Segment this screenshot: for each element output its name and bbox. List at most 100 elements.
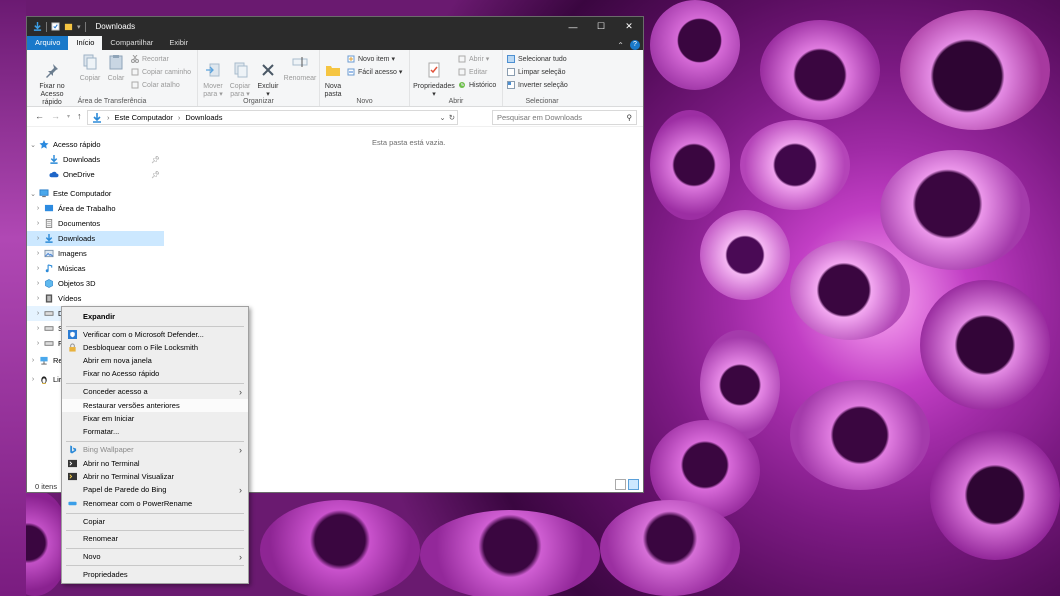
menu-powerrename[interactable]: Renomear com o PowerRename [62,497,248,510]
menu-pin-start[interactable]: Fixar em Iniciar [62,412,248,425]
help-icon[interactable]: ? [630,40,640,50]
nav-this-pc[interactable]: ⌄ Este Computador [27,186,164,201]
paste-button[interactable]: Colar [105,54,127,83]
invert-selection-button[interactable]: Inverter seleção [507,81,568,89]
easy-access-button[interactable]: Fácil acesso ▾ [347,68,402,76]
properties-label: Propriedades ▾ [413,83,455,98]
up-arrow-icon[interactable]: ↑ [77,111,82,123]
menu-restore-previous[interactable]: Restaurar versões anteriores [62,399,248,412]
new-folder-button[interactable]: Nova pasta [322,54,344,99]
nav-desktop[interactable]: › Área de Trabalho [27,201,164,216]
nav-downloads-selected[interactable]: › Downloads [27,231,164,246]
menu-bing-wallpaper-desktop[interactable]: Papel de Parede do Bing › [62,483,248,496]
menu-copy[interactable]: Copiar [62,515,248,528]
rename-icon [292,57,308,67]
nav-onedrive[interactable]: OneDrive 📌︎ [27,167,164,182]
menu-open-terminal[interactable]: Abrir no Terminal [62,457,248,470]
nav-quick-access[interactable]: ⌄ Acesso rápido [27,137,164,152]
music-note-icon [45,264,53,273]
large-icons-view-button[interactable] [628,479,639,490]
menu-scan-defender[interactable]: Verificar com o Microsoft Defender... [62,328,248,341]
collapsed-chevron-icon[interactable]: › [32,265,44,272]
menu-expand[interactable]: Expandir [62,310,248,323]
collapsed-chevron-icon[interactable]: › [27,357,39,364]
download-arrow-icon [33,22,42,31]
expanded-chevron-icon[interactable]: ⌄ [27,141,39,149]
menu-rename[interactable]: Renomear [62,532,248,545]
nav-3d-objects[interactable]: › Objetos 3D [27,276,164,291]
collapsed-chevron-icon[interactable]: › [32,205,44,212]
properties-button[interactable]: Propriedades ▾ [412,54,456,99]
tab-home[interactable]: Início [68,36,103,50]
back-arrow-icon[interactable]: ← [35,111,44,123]
properties-icon[interactable] [51,22,60,31]
collapsed-chevron-icon[interactable]: › [32,340,44,347]
maximize-button[interactable]: ☐ [587,17,615,36]
menu-open-new-window[interactable]: Abrir em nova janela [62,354,248,367]
minimize-button[interactable]: — [559,17,587,36]
quick-access-dropdown[interactable]: ▾ [77,23,81,31]
cut-button[interactable]: Recortar [131,55,169,63]
collapsed-chevron-icon[interactable]: › [32,295,44,302]
details-view-button[interactable] [615,479,626,490]
move-to-button[interactable]: Mover para ▾ [201,54,225,99]
recent-locations-icon[interactable]: ▾ [67,111,70,123]
search-input[interactable]: Pesquisar em Downloads ⚲ [492,110,637,125]
collapsed-chevron-icon[interactable]: › [32,235,44,242]
collapsed-chevron-icon[interactable]: › [32,310,44,317]
title-bar[interactable]: ▾ Downloads — ☐ ✕ [27,17,643,36]
new-item-button[interactable]: Novo item ▾ [347,55,395,63]
tab-share[interactable]: Compartilhar [102,36,161,50]
select-none-button[interactable]: Limpar seleção [507,68,565,76]
folder-icon [326,66,340,76]
menu-give-access[interactable]: Conceder acesso a › [62,385,248,398]
close-button[interactable]: ✕ [615,17,643,36]
menu-unlock-locksmith[interactable]: Desbloquear com o File Locksmith [62,341,248,354]
tab-file[interactable]: Arquivo [27,36,69,50]
address-bar[interactable]: › Este Computador › Downloads ⌄ ↻ [87,110,458,125]
paste-shortcut-button[interactable]: Colar atalho [131,81,180,89]
collapsed-chevron-icon[interactable]: › [32,325,44,332]
menu-pin-quick-access[interactable]: Fixar no Acesso rápido [62,367,248,380]
breadcrumb-separator: › [107,113,110,122]
history-button[interactable]: Histórico [458,81,496,89]
tab-view[interactable]: Exibir [161,36,196,50]
pinned-icon: 📌︎ [151,171,160,179]
collapse-ribbon-icon[interactable]: ⌃ [617,41,624,50]
menu-open-terminal-preview[interactable]: Abrir no Terminal Visualizar [62,470,248,483]
copy-to-button[interactable]: Copiar para ▾ [227,54,253,99]
breadcrumb-downloads[interactable]: Downloads [185,113,222,122]
rename-button[interactable]: Renomear [283,54,317,83]
collapsed-chevron-icon[interactable]: › [32,220,44,227]
copy-path-button[interactable]: Copiar caminho [131,68,191,76]
collapsed-chevron-icon[interactable]: › [32,250,44,257]
menu-format[interactable]: Formatar... [62,425,248,438]
status-item-count: 0 itens [35,482,58,491]
menu-new[interactable]: Novo › [62,550,248,563]
select-all-button[interactable]: Selecionar tudo [507,55,567,63]
expanded-chevron-icon[interactable]: ⌄ [27,190,39,198]
collapsed-chevron-icon[interactable]: › [32,280,44,287]
edit-button[interactable]: Editar [458,68,487,76]
nav-documents[interactable]: › Documentos [27,216,164,231]
nav-pictures[interactable]: › Imagens [27,246,164,261]
menu-separator [66,565,244,566]
nav-videos[interactable]: › Vídeos [27,291,164,306]
easy-access-icon [347,68,355,76]
breadcrumb-this-pc[interactable]: Este Computador [115,113,173,122]
refresh-icon[interactable]: ↻ [449,113,455,122]
view-switcher [615,479,639,490]
collapsed-chevron-icon[interactable]: › [27,376,39,383]
cloud-icon [49,171,59,178]
new-folder-icon[interactable] [64,22,73,31]
menu-bing-wallpaper[interactable]: Bing Wallpaper › [62,443,248,456]
invert-selection-label: Inverter seleção [518,81,568,89]
open-button[interactable]: Abrir ▾ [458,55,489,63]
menu-properties[interactable]: Propriedades [62,568,248,581]
copy-button[interactable]: Copiar [77,54,103,83]
nav-qa-downloads[interactable]: Downloads 📌︎ [27,152,164,167]
forward-arrow-icon[interactable]: → [51,111,60,123]
address-history-dropdown-icon[interactable]: ⌄ [439,113,445,122]
delete-button[interactable]: Excluir ▾ [256,54,280,99]
nav-music[interactable]: › Músicas [27,261,164,276]
